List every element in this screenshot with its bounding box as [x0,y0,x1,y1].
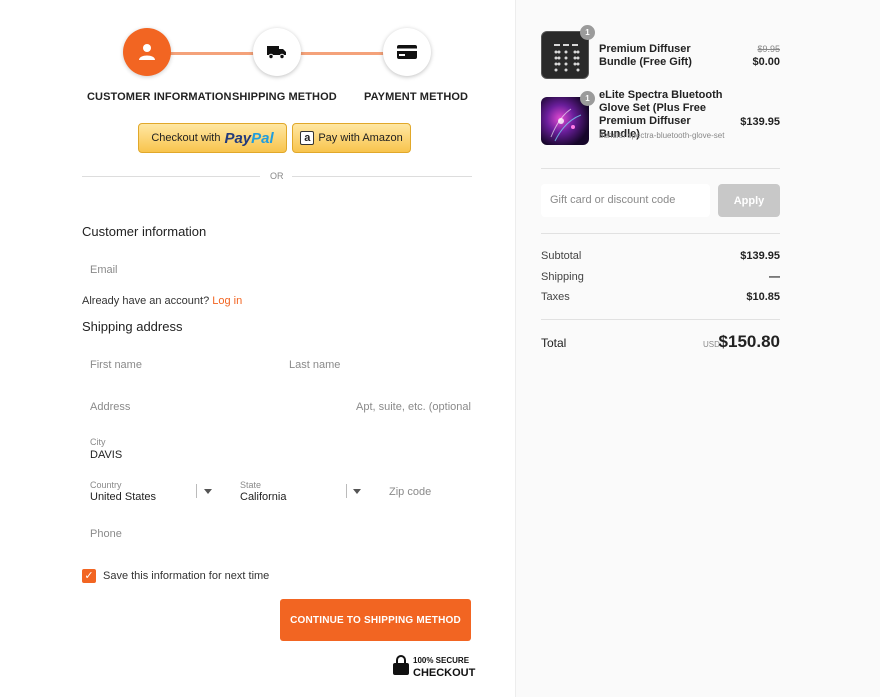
taxes-value: $10.85 [746,291,780,303]
total-value: $150.80 [718,332,780,351]
address-field[interactable]: Address [90,401,130,413]
summary-divider [541,168,780,169]
country-label: Country [90,480,122,490]
last-name-field[interactable]: Last name [289,359,340,371]
card-icon [397,45,417,59]
continue-to-shipping-button[interactable]: CONTINUE TO SHIPPING METHOD [280,599,471,641]
chevron-down-icon[interactable] [204,489,212,494]
country-select-separator [196,484,197,498]
shipping-value: — [769,271,780,283]
subtotal-value: $139.95 [740,250,780,262]
save-info-checkbox[interactable]: ✓ [82,569,96,583]
secure-line-1: 100% SECURE [413,656,470,665]
item-price-diffuser: $0.00 [752,56,780,68]
step-label-shipping: SHIPPING METHOD [232,91,337,103]
chevron-down-icon[interactable] [353,489,361,494]
step-connector [300,52,385,55]
shipping-address-title: Shipping address [82,319,183,334]
state-select-separator [346,484,347,498]
or-separator: OR [270,171,284,181]
city-label: City [90,437,106,447]
discount-code-input[interactable]: Gift card or discount code [541,184,710,217]
apply-discount-button[interactable]: Apply [718,184,780,217]
zip-code-field[interactable]: Zip code [389,486,431,498]
paypal-checkout-button[interactable]: Checkout with PayPal [138,123,287,153]
checkout-main: CUSTOMER INFORMATION SHIPPING METHOD PAY… [0,0,515,697]
email-field[interactable]: Email [90,264,118,276]
item-price-glove: $139.95 [740,116,780,128]
amazon-icon: a [300,131,315,145]
subtotal-label: Subtotal [541,250,582,262]
state-select[interactable]: California [240,491,286,503]
paypal-logo: PayPal [224,129,274,147]
total-label: Total [541,336,567,350]
first-name-field[interactable]: First name [90,359,142,371]
diffuser-product-image [554,44,580,72]
summary-divider [541,319,780,320]
amazon-label: Pay with Amazon [318,132,403,144]
item-name-diffuser: Premium Diffuser Bundle (Free Gift) [599,43,692,68]
paypal-prefix: Checkout with [151,132,221,144]
country-select[interactable]: United States [90,491,156,503]
step-label-customer: CUSTOMER INFORMATION [87,91,232,103]
lock-icon-body [393,663,409,675]
item-original-price: $9.95 [757,44,780,54]
customer-info-title: Customer information [82,224,207,239]
account-prompt: Already have an account? Log in [82,295,243,307]
quantity-badge: 1 [580,91,595,106]
divider-right [292,176,472,177]
login-link[interactable]: Log in [212,295,242,307]
total-currency: USD [703,340,720,349]
divider-left [82,176,260,177]
save-info-label: Save this information for next time [103,570,270,582]
shipping-label: Shipping [541,271,584,283]
step-customer-information[interactable] [123,28,171,76]
step-connector [170,52,255,55]
taxes-label: Taxes [541,291,570,303]
secure-line-2: CHECKOUT [413,667,476,679]
amazon-pay-button[interactable]: a Pay with Amazon [292,123,411,153]
apt-field[interactable]: Apt, suite, etc. (optional [356,401,471,413]
truck-icon [267,46,286,60]
step-payment-method[interactable] [383,28,431,76]
item-bundle-meta: bundle: spectra-bluetooth-glove-set [599,131,725,140]
summary-divider [541,233,780,234]
state-label: State [240,480,262,490]
city-field[interactable]: DAVIS [90,449,122,461]
step-shipping-method[interactable] [253,28,301,76]
quantity-badge: 1 [580,25,595,40]
step-label-payment: PAYMENT METHOD [364,91,469,103]
user-icon [139,44,155,60]
phone-field[interactable]: Phone [90,528,122,540]
